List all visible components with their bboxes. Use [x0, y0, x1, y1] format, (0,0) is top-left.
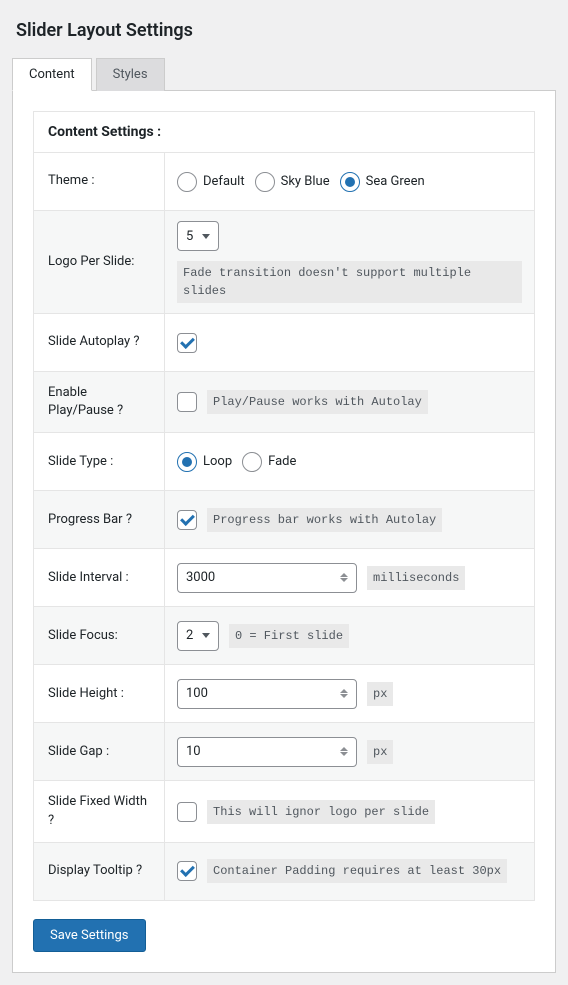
theme-radio-skyblue[interactable]: Sky Blue: [255, 172, 330, 192]
section-title: Content Settings :: [33, 111, 535, 153]
radio-label: Fade: [268, 454, 296, 469]
slide-focus-label: Slide Focus:: [34, 607, 164, 664]
content-panel: Content Settings : Theme : Default Sky B…: [12, 91, 556, 973]
slide-type-radio-fade[interactable]: Fade: [242, 452, 296, 472]
slide-fixed-width-label: Slide Fixed Width ?: [34, 781, 164, 841]
progress-bar-checkbox[interactable]: [177, 510, 197, 530]
display-tooltip-hint: Container Padding requires at least 30px: [207, 859, 507, 883]
radio-icon: [177, 172, 197, 192]
tab-content[interactable]: Content: [12, 58, 92, 91]
slide-height-unit: px: [367, 682, 393, 706]
slide-gap-label: Slide Gap :: [34, 723, 164, 780]
input-value: 100: [186, 686, 208, 701]
chevron-down-icon: [202, 234, 210, 239]
display-tooltip-label: Display Tooltip ?: [34, 843, 164, 900]
input-value: 10: [186, 744, 201, 759]
slide-height-label: Slide Height :: [34, 665, 164, 722]
radio-icon: [340, 172, 360, 192]
enable-playpause-hint: Play/Pause works with Autolay: [207, 390, 428, 414]
select-value: 2: [186, 628, 193, 643]
chevron-down-icon: [202, 633, 210, 638]
spinner-icon: [340, 573, 348, 582]
slide-gap-input[interactable]: 10: [177, 737, 357, 767]
slide-type-radio-loop[interactable]: Loop: [177, 452, 232, 472]
radio-label: Sky Blue: [281, 174, 330, 189]
slide-interval-input[interactable]: 3000: [177, 563, 357, 593]
theme-label: Theme :: [34, 153, 164, 210]
slide-fixed-width-hint: This will ignor logo per slide: [207, 800, 435, 824]
slide-focus-hint: 0 = First slide: [229, 624, 349, 648]
progress-bar-hint: Progress bar works with Autolay: [207, 508, 442, 532]
radio-label: Sea Green: [366, 174, 425, 189]
spinner-icon: [340, 747, 348, 756]
slide-autoplay-label: Slide Autoplay ?: [34, 314, 164, 371]
logo-per-slide-label: Logo Per Slide:: [34, 211, 164, 313]
slide-fixed-width-checkbox[interactable]: [177, 802, 197, 822]
spinner-icon: [340, 689, 348, 698]
tabs: Content Styles: [12, 57, 556, 91]
theme-radio-seagreen[interactable]: Sea Green: [340, 172, 425, 192]
slide-gap-unit: px: [367, 740, 393, 764]
slide-interval-unit: milliseconds: [367, 566, 465, 590]
slide-interval-label: Slide Interval :: [34, 549, 164, 606]
radio-label: Default: [203, 174, 245, 189]
slide-autoplay-checkbox[interactable]: [177, 333, 197, 353]
tab-styles[interactable]: Styles: [96, 58, 165, 91]
select-value: 5: [186, 229, 193, 244]
page-title: Slider Layout Settings: [16, 20, 556, 41]
radio-icon: [255, 172, 275, 192]
theme-radio-default[interactable]: Default: [177, 172, 245, 192]
radio-icon: [242, 452, 262, 472]
enable-playpause-label: Enable Play/Pause ?: [34, 372, 164, 432]
input-value: 3000: [186, 570, 215, 585]
radio-icon: [177, 452, 197, 472]
logo-per-slide-hint: Fade transition doesn't support multiple…: [177, 261, 522, 303]
logo-per-slide-select[interactable]: 5: [177, 221, 219, 251]
slide-height-input[interactable]: 100: [177, 679, 357, 709]
progress-bar-label: Progress Bar ?: [34, 491, 164, 548]
save-button[interactable]: Save Settings: [33, 919, 146, 952]
enable-playpause-checkbox[interactable]: [177, 392, 197, 412]
slide-type-label: Slide Type :: [34, 433, 164, 490]
display-tooltip-checkbox[interactable]: [177, 861, 197, 881]
slide-focus-select[interactable]: 2: [177, 621, 219, 651]
radio-label: Loop: [203, 454, 232, 469]
